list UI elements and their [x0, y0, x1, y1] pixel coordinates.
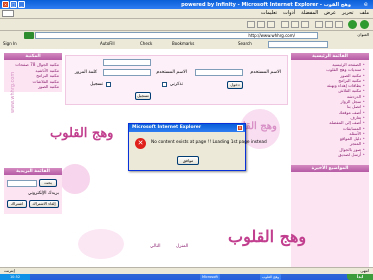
right-bottom-header: المواضيع الأخيرة — [291, 165, 369, 173]
decoration-circle — [60, 164, 90, 194]
menu-item-edit[interactable]: تحرير — [342, 10, 354, 16]
menu-item-view[interactable]: عرض — [324, 10, 336, 16]
address-input[interactable]: http://www.whhrg.com/ — [35, 32, 318, 39]
dialog-ok-button[interactable]: موافق — [177, 156, 199, 165]
site-logo: وهج القلوب — [50, 126, 114, 141]
address-label: العنوان — [357, 32, 369, 37]
yahoo-search-input[interactable] — [268, 41, 328, 48]
email-field[interactable] — [7, 179, 37, 187]
dialog-close-button[interactable]: × — [237, 125, 243, 131]
sidebar-link[interactable]: أرسل لصديق — [295, 152, 365, 157]
home-icon[interactable] — [315, 21, 323, 28]
menu-item-tools[interactable]: أدوات — [283, 10, 295, 16]
taskbar: 10:52 Microsoft وهج القلوب ابدأ — [0, 274, 373, 280]
search-button[interactable]: بحث — [39, 178, 57, 187]
mail-icon[interactable] — [267, 21, 275, 28]
right-sidebar-header: القائمة الرئيسية — [291, 53, 369, 60]
menu-bar: ملف تحرير عرض المفضلة أدوات تعليمات — [0, 9, 373, 19]
top-field[interactable] — [103, 59, 151, 66]
go-button[interactable] — [24, 32, 34, 39]
edit-icon[interactable] — [247, 21, 255, 28]
windows-flag-icon — [2, 10, 14, 17]
next-link[interactable]: التالي — [150, 244, 160, 249]
menu-items: ملف تحرير عرض المفضلة أدوات تعليمات — [261, 10, 369, 16]
maximize-button[interactable]: □ — [10, 1, 17, 8]
taskbar-item[interactable]: وهج القلوب — [260, 274, 281, 280]
taskbar-item[interactable]: Microsoft — [200, 274, 220, 280]
close-button[interactable]: × — [2, 1, 9, 8]
site-logo-bottom: وهج القلوب — [228, 227, 307, 246]
password-label: كلمة المرور — [74, 70, 97, 75]
forward-icon[interactable] — [348, 20, 357, 29]
vertical-site-url: www.whhrg.com — [10, 71, 16, 113]
remember-checkbox[interactable] — [162, 82, 167, 87]
menu-item-help[interactable]: تعليمات — [261, 10, 277, 16]
username-label: الاسم المستخدم — [250, 70, 281, 75]
register-label: تسجيل — [90, 82, 103, 87]
yahoo-search-button[interactable]: Search — [238, 41, 252, 46]
standard-toolbar — [0, 19, 373, 31]
username-field[interactable] — [195, 69, 243, 76]
error-dialog[interactable]: Microsoft Internet Explorer × ✕ No conte… — [128, 123, 267, 171]
refresh-icon[interactable] — [325, 21, 333, 28]
login-panel: الاسم المستخدم الاسم المستخدم كلمة المرو… — [65, 55, 288, 105]
system-tray: 10:52 — [0, 274, 30, 280]
check-button[interactable]: Check — [140, 41, 152, 46]
register-checkbox[interactable] — [106, 82, 111, 87]
history-icon[interactable] — [281, 21, 289, 28]
register-button[interactable]: تسجيل — [135, 92, 151, 100]
ie-logo-icon: e — [364, 1, 368, 8]
signin-button[interactable]: Sign In — [3, 41, 17, 46]
bookmarks-button[interactable]: Bookmarks — [172, 41, 194, 46]
username-label-2: الاسم المستخدم — [156, 70, 187, 75]
window-titlebar[interactable]: × □ _ powered by Infinity - Microsoft In… — [0, 0, 373, 9]
status-zone: إنترنت — [4, 268, 15, 273]
minimize-button[interactable]: _ — [18, 1, 25, 8]
search-icon[interactable] — [301, 21, 309, 28]
remember-label: تذكرني — [169, 82, 183, 87]
back-icon[interactable] — [360, 20, 369, 29]
menu-item-file[interactable]: ملف — [359, 10, 369, 16]
home-link[interactable]: المنزل — [176, 244, 188, 249]
library-link[interactable]: مكتبة الجوال 78 صفحات — [7, 62, 59, 68]
error-icon: ✕ — [135, 138, 146, 149]
menu-item-favorites[interactable]: المفضلة — [301, 10, 318, 16]
dialog-title: Microsoft Internet Explorer — [129, 124, 245, 132]
status-text: انتهى — [360, 268, 369, 273]
password-field[interactable] — [103, 69, 151, 76]
stop-icon[interactable] — [335, 21, 343, 28]
mailing-list-header: القائمة البريدية — [4, 167, 62, 175]
window-controls: × □ _ — [0, 1, 25, 8]
right-menu-list: الصفحة الرئيسية منتديات وهج القلوب مكتبة… — [291, 60, 369, 159]
email-label: بريدك الإلكتروني — [27, 190, 59, 196]
clock: 10:52 — [9, 275, 21, 279]
mailing-list-box: القائمة البريدية بحث بريدك الإلكتروني اش… — [4, 167, 62, 214]
window-title: powered by Infinity - Microsoft Internet… — [181, 1, 351, 8]
login-button[interactable]: دخول — [227, 81, 243, 89]
subscribe-button[interactable]: اشتراك — [7, 199, 27, 208]
print-icon[interactable] — [257, 21, 265, 28]
favorites-icon[interactable] — [291, 21, 299, 28]
decoration-circle — [78, 229, 124, 259]
dialog-message: No content exists at page !! Loading 1st… — [151, 140, 267, 145]
library-header: المكتبة — [4, 53, 62, 60]
start-button[interactable]: ابدأ — [347, 274, 373, 280]
unsubscribe-button[interactable]: إلغاء الاشتراك — [29, 199, 59, 208]
address-url: http://www.whhrg.com/ — [248, 33, 295, 38]
autofill-button[interactable]: AutoFill — [100, 41, 115, 46]
